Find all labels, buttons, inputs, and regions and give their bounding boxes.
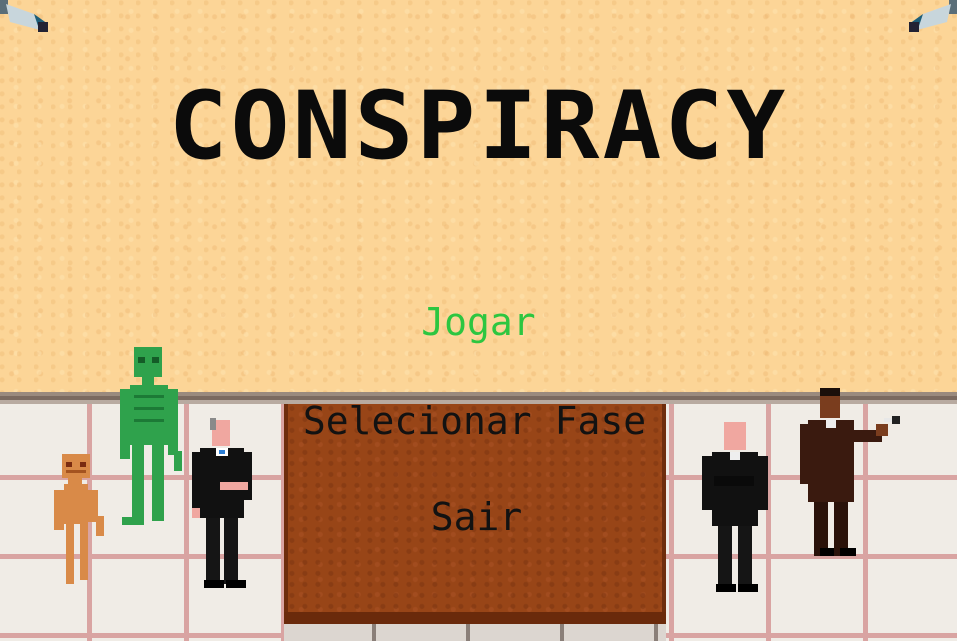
table-base <box>284 624 666 641</box>
table-edge <box>284 612 666 624</box>
play-button[interactable]: Jogar <box>0 300 957 344</box>
security-camera-icon <box>0 0 48 32</box>
select-level-button[interactable]: Selecionar Fase <box>0 399 953 443</box>
security-camera-icon <box>909 0 957 32</box>
exit-button[interactable]: Sair <box>0 495 955 539</box>
game-title: CONSPIRACY <box>168 72 789 181</box>
game-scene: CONSPIRACY Jogar Selecionar Fase Sair <box>0 0 957 641</box>
